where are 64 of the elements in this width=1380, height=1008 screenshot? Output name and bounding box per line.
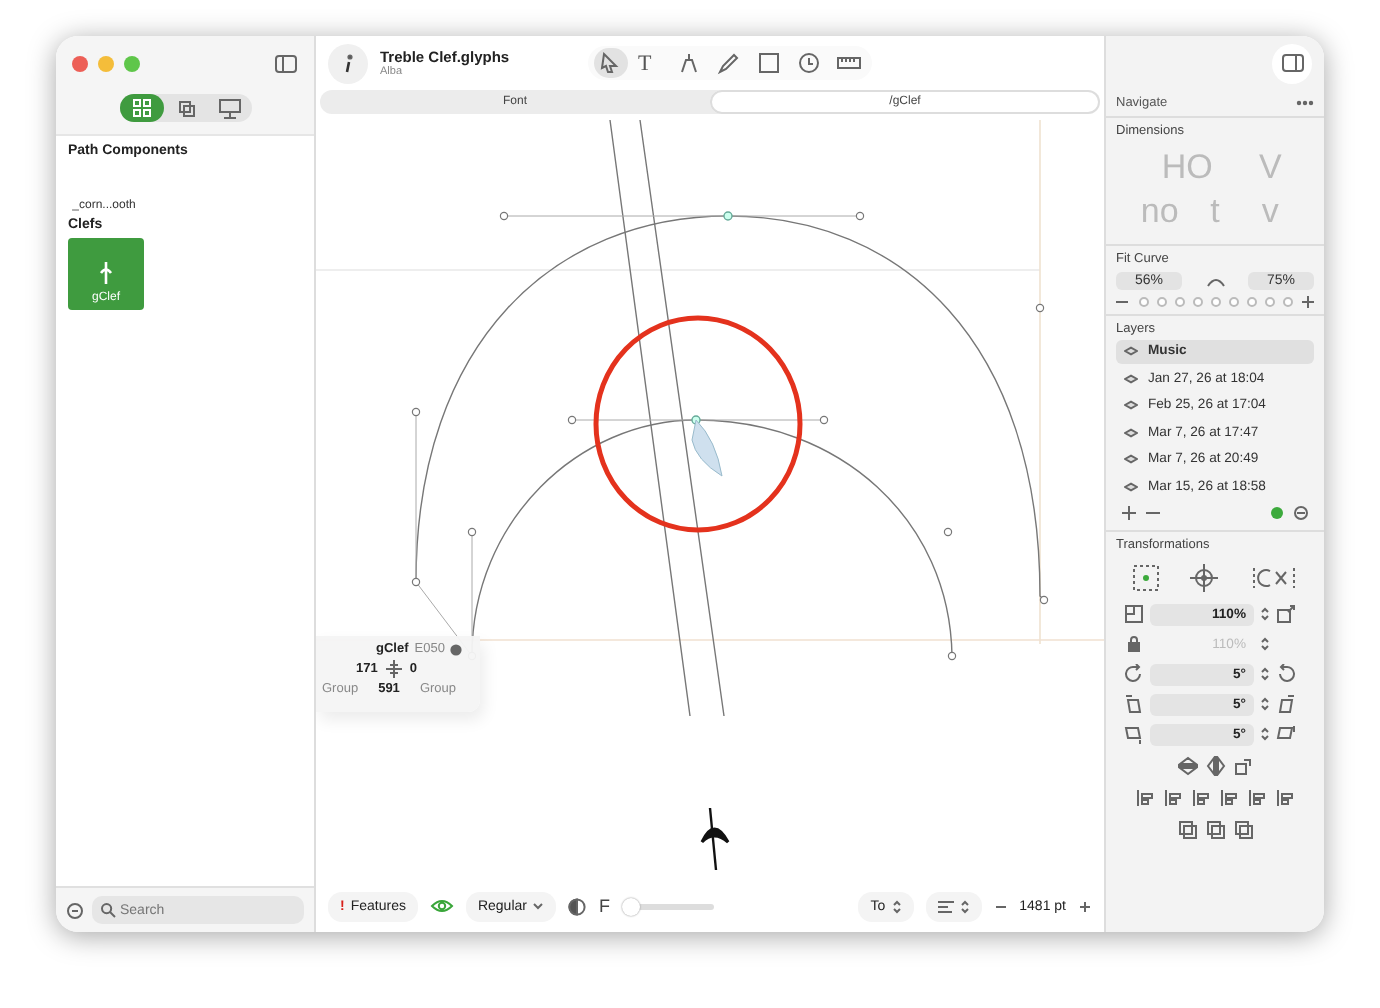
rotate-icon [796,50,822,76]
view-mode-button[interactable] [119,94,163,122]
contrast-icon[interactable] [568,897,587,915]
skew-icon[interactable] [1124,724,1144,744]
add-layer-icon[interactable] [1122,505,1136,519]
slant-apply-icon[interactable] [1276,694,1296,714]
sidebar-icon [1281,54,1303,72]
layer-icon [1124,400,1138,410]
remove-circle-icon[interactable] [1294,505,1308,519]
stepper-icon [891,899,902,913]
select-tool-button[interactable] [594,48,628,78]
info-button[interactable] [328,43,368,83]
stepper-icon[interactable] [1260,696,1270,712]
grid-icon [127,94,155,122]
rotate-icon[interactable] [1124,664,1144,684]
preview-size-slider[interactable] [621,897,714,915]
eye-icon[interactable] [429,898,454,914]
slant-icon[interactable] [1124,694,1144,714]
inspector-toggle-button[interactable] [1272,43,1312,83]
scale-icon[interactable] [1124,604,1144,624]
font-preview-button[interactable]: F [598,896,610,916]
chevron-icon [532,902,545,910]
rotate-apply-icon[interactable] [1276,664,1296,684]
align-left-icon[interactable] [1135,787,1155,807]
slider-thumb[interactable] [621,897,640,915]
zoom-in-icon[interactable] [1078,899,1092,913]
curve-icon [1205,275,1225,287]
skew-apply-icon[interactable] [1276,724,1296,744]
alignment-button[interactable] [925,891,982,921]
layer-icon [1124,454,1138,464]
metrics-icon [383,660,404,678]
glyph-preview-drawing [700,807,730,871]
align-icon [937,899,954,913]
crosshair-icon[interactable] [1190,563,1219,591]
plus-icon[interactable] [1302,296,1314,308]
clef-glyph-icon [98,260,114,284]
sidebar-toggle-icon[interactable] [274,53,298,73]
layer-icon [1124,481,1138,491]
stepper-icon[interactable] [1260,726,1270,742]
text-tool-button[interactable]: T [634,48,666,78]
layer-icon [1124,427,1138,437]
rotate-shape-icon[interactable] [1233,755,1253,775]
rect-icon [756,50,782,76]
scale-apply-icon[interactable] [1276,604,1296,624]
select-icon [598,50,624,76]
stepper-icon[interactable] [1260,606,1270,622]
layer-icon [1124,346,1138,356]
layer-icon [1124,373,1138,383]
minus-icon[interactable] [1116,296,1128,308]
stepper-icon [959,899,970,913]
center-x-icon[interactable] [1250,563,1299,591]
flip-vertical-icon[interactable] [1177,755,1197,775]
stepper-icon[interactable] [1260,636,1270,652]
close-button[interactable] [72,55,88,71]
more-icon[interactable] [1296,100,1314,106]
pen-icon [676,50,702,76]
union-icon[interactable] [1177,819,1197,839]
scale-lock-icon[interactable] [1124,634,1144,654]
preview-icon [215,94,243,122]
pencil-icon [716,50,742,76]
flip-horizontal-icon[interactable] [1205,755,1225,775]
stepper-icon[interactable] [1260,666,1270,682]
status-dot-icon[interactable] [1270,505,1284,519]
origin-grid-icon[interactable] [1131,563,1160,591]
